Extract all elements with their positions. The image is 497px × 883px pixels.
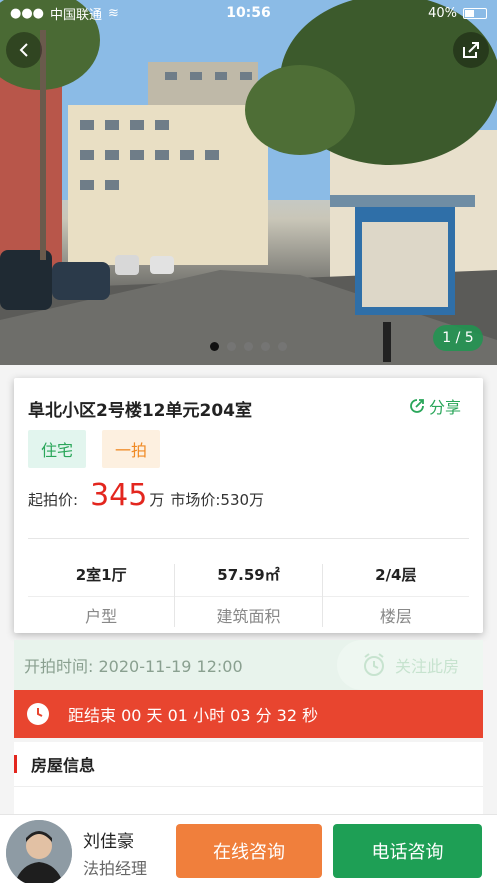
chevron-left-icon xyxy=(19,43,28,57)
gallery-dot[interactable] xyxy=(261,342,270,351)
share-icon xyxy=(463,42,479,58)
share-link-label: 分享 xyxy=(428,398,461,417)
agent-role: 法拍经理 xyxy=(83,859,148,878)
bottom-contact-bar: 刘佳豪 法拍经理 在线咨询 电话咨询 xyxy=(0,814,497,883)
gallery-dots xyxy=(0,342,497,351)
clock-icon xyxy=(27,703,49,725)
auction-start-time: 开拍时间: 2020-11-19 12:00 xyxy=(24,657,243,676)
gallery-dot[interactable] xyxy=(278,342,287,351)
photo-gallery[interactable]: ●●● 中国联通 ≋ 10:56 40% 1 / 5 xyxy=(0,0,497,365)
stat-value: 2/4层 xyxy=(375,566,417,584)
clock: 10:56 xyxy=(226,5,271,21)
agent-avatar[interactable] xyxy=(6,820,72,883)
listing-title: 阜北小区2号楼12单元204室 xyxy=(28,401,252,421)
gallery-dot[interactable] xyxy=(210,342,219,351)
avatar-image xyxy=(6,820,72,883)
page: ●●● 中国联通 ≋ 10:56 40% 1 / 5 阜北小区2号楼12单元20… xyxy=(0,0,497,883)
market-price: 市场价:530万 xyxy=(170,491,265,509)
start-price-unit: 万 xyxy=(149,491,165,509)
section-title: 房屋信息 xyxy=(31,756,96,775)
status-bar: ●●● 中国联通 ≋ 10:56 40% xyxy=(0,0,497,26)
property-stats: 2室1厅 户型 57.59㎡ 建筑面积 2/4层 楼层 xyxy=(28,564,469,627)
property-photo xyxy=(0,0,497,365)
tag-auction-round: 一拍 xyxy=(102,430,161,468)
start-price-value: 345 xyxy=(90,478,148,513)
share-button[interactable] xyxy=(453,32,489,68)
battery-icon xyxy=(463,7,487,19)
price-row: 起拍价: 345 万 市场价:530万 xyxy=(28,478,264,513)
stat-layout: 2室1厅 户型 xyxy=(28,564,176,627)
start-price-label: 起拍价: xyxy=(28,491,79,509)
countdown-text: 距结束 00 天 01 小时 03 分 32 秒 xyxy=(68,706,319,725)
gallery-dot[interactable] xyxy=(227,342,236,351)
follow-button[interactable]: 关注此房 xyxy=(337,640,483,690)
follow-label: 关注此房 xyxy=(394,657,459,676)
phone-consult-button[interactable]: 电话咨询 xyxy=(333,824,482,878)
gallery-dot[interactable] xyxy=(244,342,253,351)
countdown-banner: 距结束 00 天 01 小时 03 分 32 秒 xyxy=(14,690,483,738)
share-link[interactable]: 分享 xyxy=(407,394,461,418)
agent-name: 刘佳豪 xyxy=(83,832,134,852)
alarm-clock-icon xyxy=(363,653,384,676)
tag-property-type: 住宅 xyxy=(28,430,87,468)
stat-floor: 2/4层 楼层 xyxy=(322,564,469,627)
stat-label: 户型 xyxy=(28,596,175,627)
stat-label: 楼层 xyxy=(322,596,469,627)
stat-value: 57.59㎡ xyxy=(217,566,280,584)
section-house-info: 房屋信息 xyxy=(14,742,483,786)
stat-value: 2室1厅 xyxy=(75,566,127,584)
share-circle-icon xyxy=(410,399,424,413)
stat-area: 57.59㎡ 建筑面积 xyxy=(175,564,323,627)
stat-label: 建筑面积 xyxy=(175,596,322,627)
gallery-counter: 1 / 5 xyxy=(433,325,483,351)
listing-card: 阜北小区2号楼12单元204室 分享 住宅 一拍 起拍价: 345 万 市场价:… xyxy=(14,378,483,633)
divider xyxy=(28,538,469,539)
section-marker xyxy=(14,755,17,773)
auction-start-time-row: 开拍时间: 2020-11-19 12:00 关注此房 xyxy=(14,640,483,690)
back-button[interactable] xyxy=(6,32,42,68)
online-consult-button[interactable]: 在线咨询 xyxy=(176,824,322,878)
